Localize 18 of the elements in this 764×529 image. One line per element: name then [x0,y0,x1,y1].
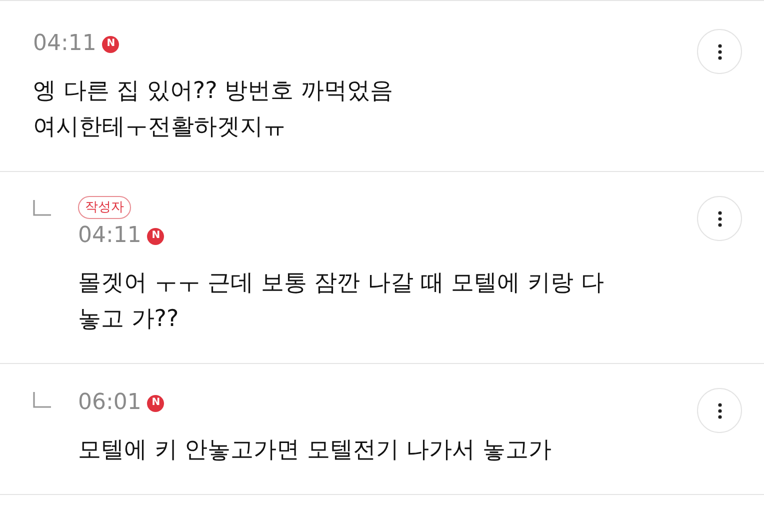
more-options-button[interactable] [697,388,742,433]
new-badge: N [102,36,120,52]
comment-text: 엥 다른 집 있어?? 방번호 까먹었음 여시한테ㅜ전활하겟지ㅠ [33,77,393,142]
comment-text: 모텔에 키 안놓고가면 모텔전기 나가서 놓고가 [78,436,552,465]
more-vertical-icon [718,402,722,418]
more-vertical-icon [718,44,722,60]
comment-text: 몰겟어 ㅜㅜ 근데 보통 잠깐 나갈 때 모텔에 키랑 다 놓고 가?? [78,269,604,334]
new-badge: N [147,394,164,412]
more-options-button[interactable] [697,196,742,241]
new-badge: N [147,228,164,244]
reply-indent-icon [33,392,51,408]
author-tag: 작성자 [78,196,131,219]
more-vertical-icon [718,210,722,226]
reply-indent-icon [33,200,51,216]
comment-time: 06:01 [78,389,142,417]
more-options-button[interactable] [697,29,742,74]
comment-time: 04:11 [78,222,142,250]
comment-time: 04:11 [33,30,96,58]
